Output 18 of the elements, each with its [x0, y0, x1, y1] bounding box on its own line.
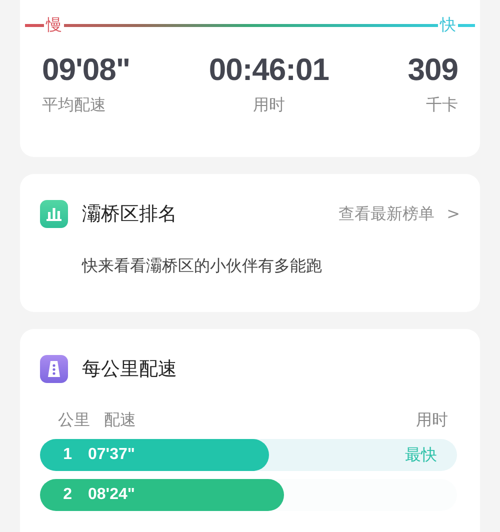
stat-label: 用时	[252, 94, 285, 116]
stat-label: 平均配速	[42, 94, 106, 116]
leaderboard-link[interactable]: 查看最新榜单 >	[338, 204, 460, 224]
road-icon	[40, 355, 68, 383]
fastest-label: 最快	[405, 444, 437, 466]
column-header: 公里	[58, 409, 90, 431]
bar-chart-icon	[40, 200, 68, 228]
column-header: 用时	[416, 409, 448, 431]
column-header: 配速	[104, 409, 136, 431]
stat-label: 千卡	[426, 94, 458, 116]
section-title: 每公里配速	[82, 357, 177, 382]
split-bar: 1 07'37"	[40, 439, 270, 471]
stat-value: 00:46:01	[208, 52, 329, 88]
stat-value: 09'08"	[42, 52, 130, 88]
ranking-description: 快来看看灞桥区的小伙伴有多能跑	[82, 256, 323, 277]
section-title: 灞桥区排名	[82, 202, 177, 227]
stat-value: 309	[408, 52, 458, 88]
split-bar: 2 08'24"	[40, 479, 284, 511]
